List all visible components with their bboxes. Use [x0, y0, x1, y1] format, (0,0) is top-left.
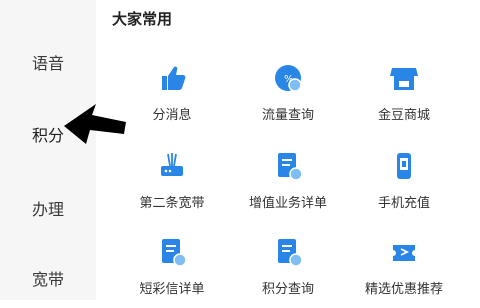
sidebar-item-label: 办理: [31, 200, 64, 219]
tile-sms-detail[interactable]: 短彩信详单: [116, 236, 228, 308]
tile-label: 增值业务详单: [248, 196, 327, 211]
sidebar-item-label: 宽带: [31, 270, 64, 289]
tile-value-added-detail[interactable]: 增值业务详单: [232, 150, 344, 222]
data-usage-icon: %: [275, 65, 302, 92]
main-content: 大家常用 分消息 % 流量查询 金豆商城 第二条宽带 增值业务详单 手机充值 短…: [96, 0, 480, 300]
tile-label: 第二条宽带: [139, 196, 205, 211]
thumbs-up-icon: [162, 66, 186, 90]
tile-label: 流量查询: [261, 108, 314, 123]
phone-recharge-icon: [397, 153, 411, 179]
tile-bean-store[interactable]: 金豆商城: [348, 62, 460, 134]
sidebar-item-handle[interactable]: 办理: [0, 196, 96, 220]
tile-points-message[interactable]: 分消息: [116, 62, 228, 134]
sidebar-item-label: 语音: [31, 54, 64, 73]
coupon-icon: [393, 245, 415, 261]
store-icon: [390, 68, 418, 90]
document-detail-icon: [278, 153, 303, 181]
tile-label: 手机充值: [377, 196, 430, 211]
tile-phone-recharge[interactable]: 手机充值: [348, 150, 460, 222]
sms-detail-icon: [162, 239, 187, 267]
tile-points-query[interactable]: 积分查询: [232, 236, 344, 308]
sidebar-item-partial[interactable]: [0, 0, 96, 6]
tile-data-query[interactable]: % 流量查询: [232, 62, 344, 134]
tile-label: 短彩信详单: [139, 282, 205, 297]
sidebar-item-broadband[interactable]: 宽带: [0, 266, 96, 290]
router-icon: [161, 153, 183, 176]
sidebar-item-label: 积分: [31, 126, 64, 145]
tile-label: 分消息: [152, 108, 192, 123]
tile-second-broadband[interactable]: 第二条宽带: [116, 150, 228, 222]
section-title: 大家常用: [112, 10, 173, 28]
tile-label: 积分查询: [261, 282, 314, 297]
sidebar-item-voice[interactable]: 语音: [0, 50, 96, 74]
tile-selected-offers[interactable]: 精选优惠推荐: [348, 236, 460, 308]
tile-label: 精选优惠推荐: [364, 282, 443, 297]
sidebar: 语音 积分 办理 宽带: [0, 0, 96, 300]
pointer-arrow-icon: [64, 104, 126, 144]
points-query-icon: [278, 239, 303, 267]
tile-label: 金豆商城: [377, 108, 430, 123]
